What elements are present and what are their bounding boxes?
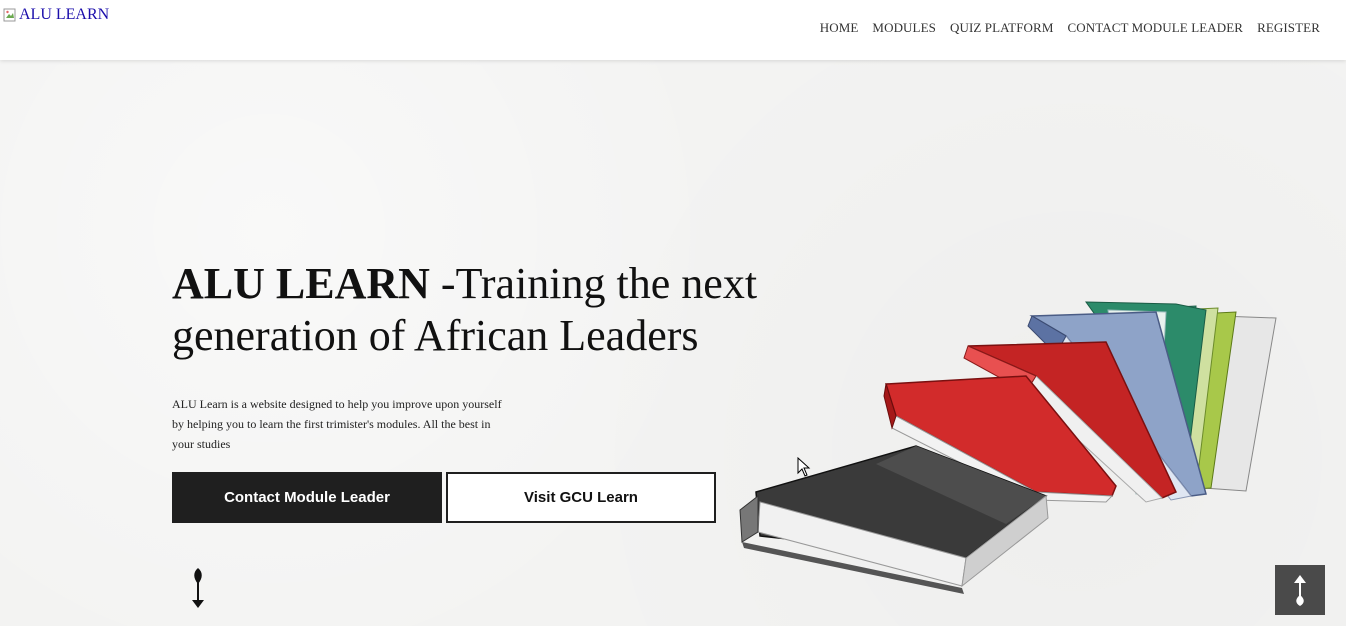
books-icon <box>736 296 1286 596</box>
broken-image-icon <box>3 8 17 22</box>
main-nav: HOME MODULES QUIZ PLATFORM CONTACT MODUL… <box>820 20 1320 36</box>
arrow-down-icon[interactable] <box>187 566 209 610</box>
logo-link[interactable]: ALU LEARN <box>3 6 109 24</box>
nav-contact-module-leader[interactable]: CONTACT MODULE LEADER <box>1067 20 1243 36</box>
nav-register[interactable]: REGISTER <box>1257 20 1320 36</box>
mouse-cursor-icon <box>797 456 811 477</box>
contact-module-leader-button[interactable]: Contact Module Leader <box>172 472 442 523</box>
visit-gcu-learn-button[interactable]: Visit GCU Learn <box>446 472 716 523</box>
arrow-up-icon[interactable] <box>1275 565 1325 615</box>
hero-title: ALU LEARN -Training the next generation … <box>172 258 812 362</box>
nav-home[interactable]: HOME <box>820 20 859 36</box>
nav-modules[interactable]: MODULES <box>872 20 936 36</box>
logo-alt-text: ALU LEARN <box>19 6 110 23</box>
hero-title-bold: ALU LEARN <box>172 259 430 308</box>
nav-quiz-platform[interactable]: QUIZ PLATFORM <box>950 20 1054 36</box>
site-header: ALU LEARN HOME MODULES QUIZ PLATFORM CON… <box>0 0 1346 60</box>
hero-description: ALU Learn is a website designed to help … <box>172 397 502 451</box>
